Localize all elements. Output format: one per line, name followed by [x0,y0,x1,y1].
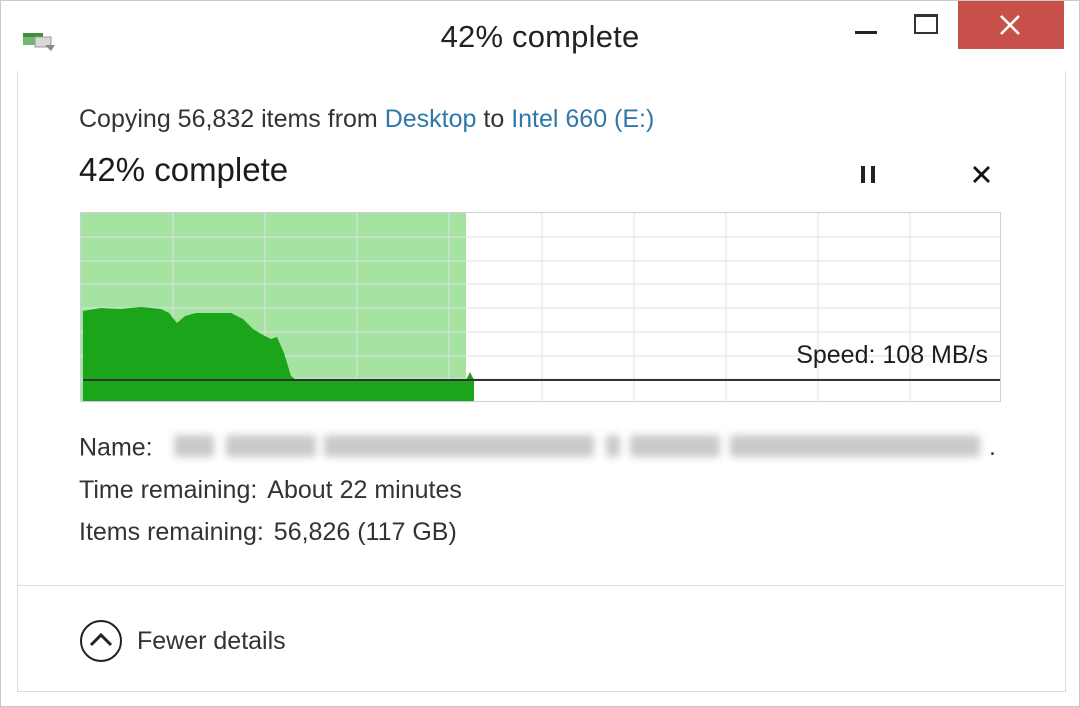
cancel-button[interactable] [967,159,997,189]
chevron-up-circle-icon [80,620,122,662]
pause-button[interactable] [855,159,885,189]
file-copy-dialog: 42% complete Copying 56,832 items from D… [0,0,1080,707]
speed-graph-canvas [81,213,1000,401]
fewer-details-label: Fewer details [137,626,286,655]
items-remaining-value: 56,826 (117 GB) [273,518,457,546]
name-label: Name: [79,433,153,462]
time-remaining-row: Time remaining: About 22 minutes [79,476,462,505]
footer-divider [17,585,1064,586]
close-icon [973,166,990,183]
source-link[interactable]: Desktop [385,105,477,133]
time-remaining-label: Time remaining: [79,476,258,504]
destination-link[interactable]: Intel 660 (E:) [511,105,654,133]
copy-summary: Copying 56,832 items from Desktop to Int… [79,105,654,134]
items-remaining-label: Items remaining: [79,518,264,546]
redacted-file-name [173,431,986,463]
minimize-button[interactable] [841,1,891,49]
title-bar[interactable]: 42% complete [1,1,1079,71]
copy-summary-to: to [483,105,505,133]
maximize-button[interactable] [901,1,953,49]
items-remaining-row: Items remaining: 56,826 (117 GB) [79,518,457,547]
file-name-suffix: . [989,433,996,461]
progress-title: 42% complete [79,151,289,188]
file-name-row: Name: [79,433,986,465]
speed-label: Speed: 108 MB/s [796,341,988,369]
transfer-speed-graph: Speed: 108 MB/s [80,212,1001,402]
copy-summary-prefix: Copying 56,832 items from [79,105,378,133]
time-remaining-value: About 22 minutes [267,476,462,504]
close-icon [1000,15,1020,35]
close-window-button[interactable] [958,1,1064,49]
fewer-details-button[interactable]: Fewer details [79,618,286,664]
